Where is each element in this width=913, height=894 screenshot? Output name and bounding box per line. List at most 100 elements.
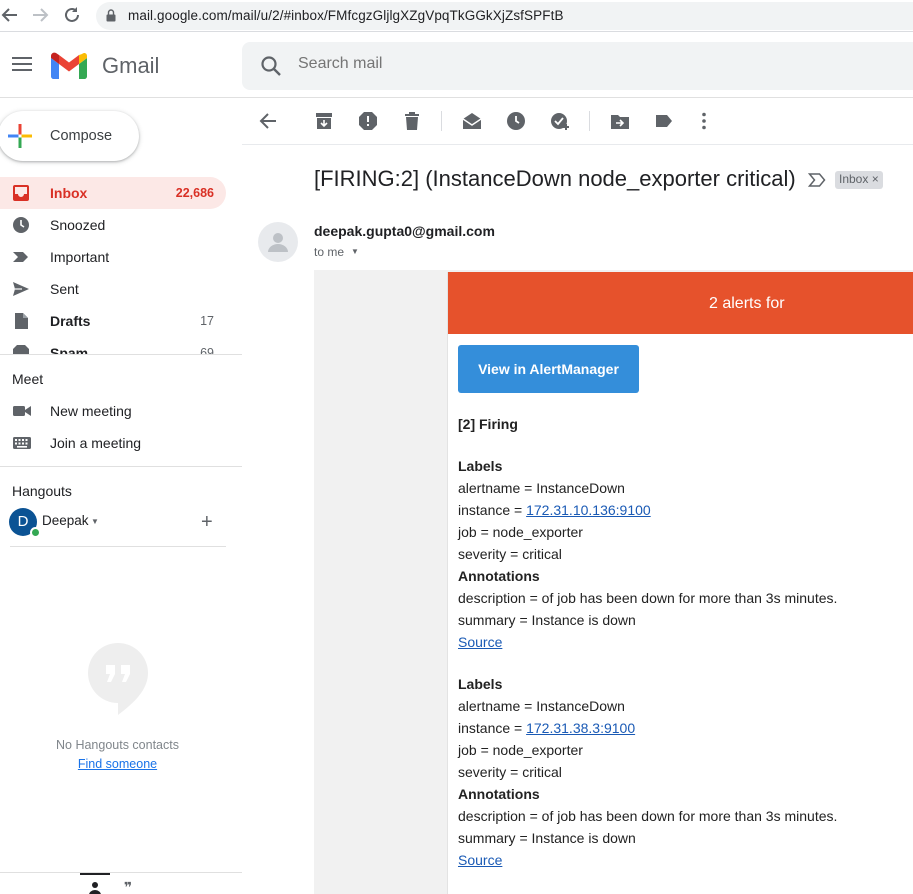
recipient-text: to me [314, 245, 345, 259]
instance-prefix: instance = [458, 720, 527, 736]
search-icon[interactable] [260, 55, 282, 77]
source-link[interactable]: Source [458, 852, 502, 868]
description-line: description = of job has been down for m… [458, 808, 838, 824]
draft-file-icon [15, 313, 28, 329]
divider [0, 354, 242, 355]
back-arrow-icon[interactable] [0, 6, 20, 26]
forward-arrow-icon[interactable] [30, 6, 50, 26]
lock-icon [106, 9, 116, 22]
sidebar-item-count: 22,686 [175, 186, 214, 200]
url-text: mail.google.com/mail/u/2/#inbox/FMfcgzGl… [128, 8, 564, 23]
hangouts-quote-icon [88, 643, 148, 715]
report-spam-icon[interactable] [358, 111, 378, 131]
close-icon[interactable]: × [872, 172, 879, 186]
instance-line: instance = 172.31.10.136:9100 [458, 502, 651, 518]
delete-icon[interactable] [402, 111, 422, 131]
toolbar-separator [441, 111, 442, 131]
conversations-tab-icon[interactable]: ❞ [124, 879, 132, 894]
sidebar-item-label: Snoozed [50, 217, 106, 233]
add-icon[interactable]: + [201, 512, 213, 532]
sidebar-item-sent[interactable]: Sent [0, 273, 226, 305]
sidebar-item-inbox[interactable]: Inbox 22,686 [0, 177, 226, 209]
email-subject: [FIRING:2] (InstanceDown node_exporter c… [314, 166, 796, 191]
gmail-header: Gmail [0, 34, 913, 98]
sidebar-item-label: Drafts [50, 313, 91, 329]
gmail-logo-icon[interactable] [51, 52, 87, 79]
sidebar-item-label: Inbox [50, 185, 88, 201]
reload-icon[interactable] [62, 6, 82, 26]
sidebar-item-drafts[interactable]: Drafts 17 [0, 305, 226, 337]
source-link[interactable]: Source [458, 634, 502, 650]
view-in-alertmanager-button[interactable]: View in AlertManager [458, 345, 639, 393]
instance-line: instance = 172.31.38.3:9100 [458, 720, 635, 736]
move-to-icon[interactable] [610, 111, 630, 131]
sidebar-item-snoozed[interactable]: Snoozed [0, 209, 226, 241]
toolbar-separator [589, 111, 590, 131]
severity-line: severity = critical [458, 764, 562, 780]
sidebar-item-label: Sent [50, 281, 79, 297]
job-line: job = node_exporter [458, 524, 583, 540]
search-input[interactable] [298, 55, 798, 73]
sender-email[interactable]: deepak.gupta0@gmail.com [314, 223, 495, 239]
sender-avatar[interactable] [258, 222, 298, 262]
importance-marker-icon[interactable] [808, 172, 826, 188]
instance-prefix: instance = [458, 502, 527, 518]
alert-banner: 2 alerts for [448, 272, 913, 334]
mark-as-unread-icon[interactable] [462, 111, 482, 131]
video-camera-icon [13, 406, 31, 416]
sidebar-item-spam[interactable]: Spam 69 [0, 337, 226, 355]
plus-icon [8, 124, 32, 148]
inbox-icon [13, 185, 29, 201]
sidebar: Compose Inbox 22,686 Snoozed Important S… [0, 99, 242, 894]
compose-button[interactable]: Compose [0, 111, 139, 161]
gmail-wordmark: Gmail [102, 53, 160, 78]
description-line: description = of job has been down for m… [458, 590, 838, 606]
person-icon [89, 882, 101, 894]
join-meeting-label: Join a meeting [50, 435, 142, 451]
join-meeting-button[interactable]: Join a meeting [0, 427, 242, 459]
summary-line: summary = Instance is down [458, 830, 636, 846]
divider [0, 466, 242, 467]
hangouts-title: Hangouts [12, 483, 72, 499]
more-options-icon[interactable] [694, 111, 714, 131]
clock-icon [13, 217, 29, 233]
labels-heading: Labels [458, 676, 503, 692]
archive-icon[interactable] [314, 111, 334, 131]
back-arrow-icon[interactable] [258, 111, 278, 131]
instance-link[interactable]: 172.31.10.136:9100 [526, 502, 651, 518]
no-contacts-text: No Hangouts contacts [56, 738, 179, 752]
sidebar-item-important[interactable]: Important [0, 241, 226, 273]
search-bar[interactable] [242, 42, 913, 90]
label-text: Inbox [839, 172, 869, 186]
important-label-icon [13, 252, 28, 262]
firing-count: [2] Firing [458, 416, 518, 432]
chevron-down-icon[interactable]: ▼ [351, 247, 359, 256]
address-bar[interactable]: mail.google.com/mail/u/2/#inbox/FMfcgzGl… [96, 2, 913, 30]
find-someone-link[interactable]: Find someone [0, 757, 235, 771]
sidebar-item-count: 17 [200, 314, 214, 328]
sidebar-item-label: Important [50, 249, 110, 265]
alert-email-card: 2 alerts for View in AlertManager [2] Fi… [447, 272, 913, 894]
add-to-tasks-icon[interactable] [550, 111, 570, 131]
inbox-label-chip[interactable]: Inbox × [835, 171, 883, 189]
online-status-dot [30, 527, 41, 538]
instance-link[interactable]: 172.31.38.3:9100 [526, 720, 635, 736]
hamburger-menu-icon[interactable] [12, 56, 32, 72]
message-toolbar [242, 99, 913, 145]
annotations-heading: Annotations [458, 568, 540, 584]
alertname-line: alertname = InstanceDown [458, 480, 625, 496]
snooze-clock-icon[interactable] [506, 111, 526, 131]
label-icon[interactable] [654, 111, 674, 131]
new-meeting-button[interactable]: New meeting [0, 395, 242, 427]
labels-heading: Labels [458, 458, 503, 474]
hangouts-user-name[interactable]: Deepak [42, 513, 89, 528]
nav-list: Inbox 22,686 Snoozed Important Sent Draf… [0, 177, 242, 355]
hangouts-bottom-tabs: ❞ [0, 872, 242, 894]
person-icon [268, 233, 288, 252]
chevron-down-icon[interactable]: ▼ [91, 517, 99, 526]
annotations-heading: Annotations [458, 786, 540, 802]
new-meeting-label: New meeting [50, 403, 132, 419]
person-tab[interactable] [80, 873, 110, 894]
divider [10, 546, 226, 547]
alert-banner-text: 2 alerts for [709, 295, 785, 312]
